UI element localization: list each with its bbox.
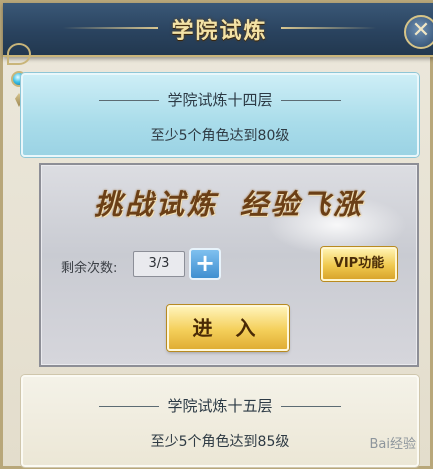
window-header: 学院试炼 ✕ <box>3 3 433 57</box>
next-level-card[interactable]: 学院试炼十五层 至少5个角色达到85级 <box>21 375 419 467</box>
challenge-panel: 挑战试炼 经验飞涨 剩余次数: 3/3 + VIP功能 进 入 <box>39 163 419 367</box>
challenge-slogan: 挑战试炼 经验飞涨 <box>41 183 417 223</box>
enter-button[interactable]: 进 入 <box>167 305 289 351</box>
header-ornament-right <box>281 27 376 29</box>
title-divider-right <box>280 406 341 407</box>
plus-icon: + <box>194 249 216 277</box>
next-level-title: 学院试炼十五层 <box>167 397 273 415</box>
close-button[interactable]: ✕ <box>404 15 433 49</box>
watermark-text: Bai经验 <box>369 437 417 452</box>
title-divider-left <box>99 100 160 101</box>
remaining-attempts-value: 3/3 <box>133 251 185 277</box>
slogan-right: 经验飞涨 <box>240 188 365 221</box>
slogan-left: 挑战试炼 <box>93 188 218 221</box>
next-level-requirement: 至少5个角色达到85级 <box>150 434 290 450</box>
vip-function-button[interactable]: VIP功能 <box>321 247 397 281</box>
title-divider-left <box>99 406 160 407</box>
window-title: 学院试炼 <box>171 18 268 44</box>
close-icon: ✕ <box>411 18 431 43</box>
current-level-title-row: 学院试炼十四层 <box>23 89 417 110</box>
current-level-card[interactable]: 学院试炼十四层 至少5个角色达到80级 <box>21 73 419 157</box>
remaining-attempts-label: 剩余次数: <box>61 261 118 276</box>
trial-window: 学院试炼 ✕ 学院试炼十四层 至少5个角色达到80级 挑战试炼 经验飞涨 剩余次数… <box>0 0 433 469</box>
add-attempts-button[interactable]: + <box>189 248 221 280</box>
current-level-requirement: 至少5个角色达到80级 <box>150 128 290 144</box>
title-divider-right <box>280 100 341 101</box>
current-level-title: 学院试炼十四层 <box>167 91 273 109</box>
next-level-title-row: 学院试炼十五层 <box>23 395 417 416</box>
